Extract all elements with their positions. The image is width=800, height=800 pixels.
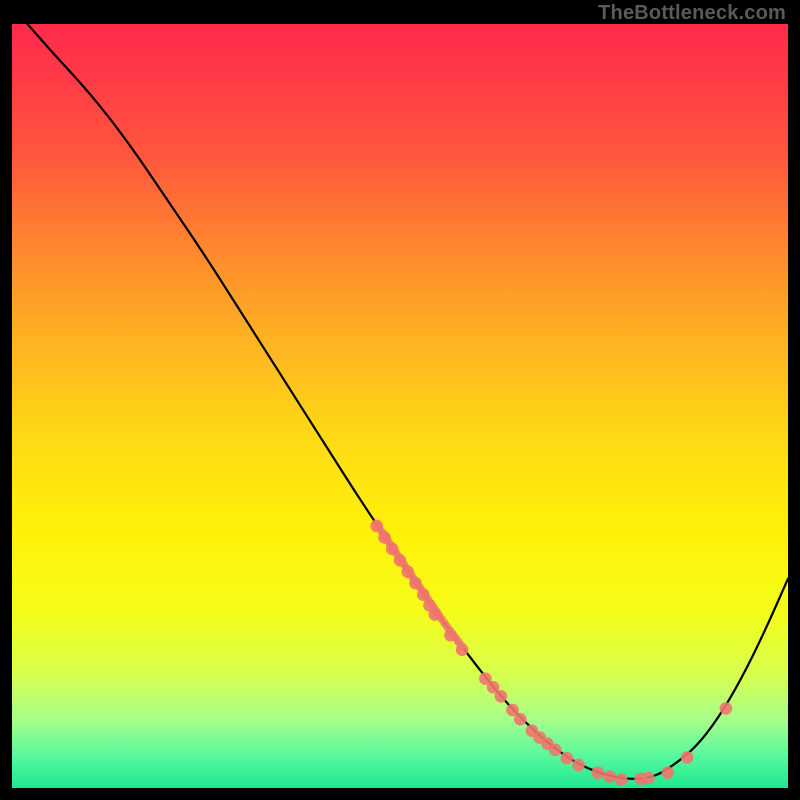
data-point — [642, 772, 655, 785]
data-point — [681, 751, 694, 764]
data-point — [409, 577, 422, 590]
data-point — [394, 554, 407, 567]
data-point — [561, 752, 574, 765]
data-point — [514, 713, 527, 726]
data-point — [720, 702, 733, 715]
data-point — [572, 759, 585, 772]
plot-area — [12, 24, 788, 788]
data-point — [370, 520, 383, 533]
data-point — [378, 531, 391, 544]
attribution-label: TheBottleneck.com — [598, 2, 786, 25]
data-points-group — [370, 520, 732, 786]
data-point — [549, 744, 562, 757]
chart-svg — [12, 24, 788, 788]
data-point — [402, 566, 415, 579]
data-point — [615, 773, 628, 786]
chart-container: TheBottleneck.com — [0, 0, 800, 800]
data-point — [456, 643, 469, 656]
data-point — [495, 690, 508, 703]
data-point — [603, 770, 616, 783]
data-point — [386, 543, 399, 556]
data-point — [661, 766, 674, 779]
bottleneck-curve — [28, 24, 789, 779]
data-point — [444, 629, 457, 642]
data-point — [592, 766, 605, 779]
data-point — [429, 608, 442, 621]
data-point — [417, 588, 430, 601]
